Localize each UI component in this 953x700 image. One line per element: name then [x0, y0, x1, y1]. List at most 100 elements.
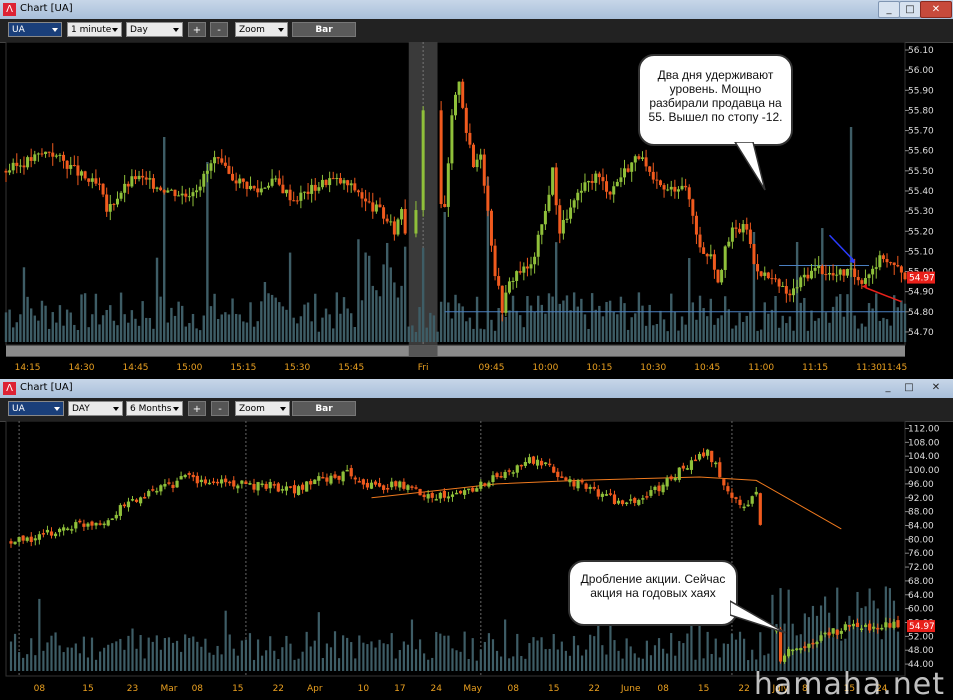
maximize-button[interactable]: □ — [899, 1, 921, 18]
interval-select[interactable]: DAY — [68, 401, 123, 416]
maximize-button[interactable]: □ — [899, 380, 919, 395]
candle-body — [533, 256, 537, 265]
volume-bar — [835, 296, 838, 342]
candle-body — [903, 272, 907, 280]
candle-body — [547, 194, 551, 212]
volume-bar — [465, 321, 468, 342]
bar-type-button[interactable]: Bar — [292, 401, 356, 416]
candle-body — [540, 224, 544, 235]
period-select[interactable]: 6 Months — [126, 401, 183, 416]
volume-bar — [86, 657, 90, 671]
candle-body — [421, 110, 425, 211]
volume-bar — [785, 323, 788, 342]
volume-bar — [209, 306, 213, 342]
volume-bar — [590, 293, 594, 342]
volume-bar — [292, 317, 295, 342]
volume-bar — [22, 267, 26, 342]
volume-bar — [116, 325, 119, 342]
volume-bar — [305, 631, 308, 671]
volume-bar — [713, 324, 716, 342]
volume-bar — [781, 315, 784, 342]
candle-body — [763, 272, 767, 276]
volume-bar — [145, 317, 148, 342]
candle-body — [83, 171, 87, 179]
volume-bar — [698, 295, 702, 342]
candle-body — [82, 523, 86, 527]
volume-bar — [745, 315, 748, 342]
volume-bar — [242, 321, 245, 342]
symbol-select[interactable]: UA — [8, 401, 64, 416]
daily-chart[interactable]: 112.00 108.00 104.00 100.00 96.00 92.00 88.00 8… — [0, 421, 953, 700]
x-tick-label: 11:00 — [748, 363, 774, 373]
candle-body — [561, 219, 565, 234]
minimize-button[interactable]: _ — [878, 1, 900, 18]
y-tick-label: 56.00 — [908, 66, 934, 76]
zoom-in-button[interactable]: + — [188, 401, 206, 416]
bottom-toolbar: UA DAY 6 Months + - Zoom Bar — [0, 398, 953, 422]
volume-bar — [572, 635, 576, 671]
close-button[interactable]: ✕ — [924, 380, 948, 395]
candle-body — [511, 280, 515, 282]
zoom-select[interactable]: Zoom — [235, 22, 288, 37]
x-tick-label: 22 — [589, 684, 600, 694]
symbol-select[interactable]: UA — [8, 22, 62, 37]
volume-bar — [625, 638, 628, 671]
candle-body — [629, 499, 633, 501]
minimize-button[interactable]: _ — [878, 380, 898, 395]
candle-body — [876, 627, 880, 630]
volume-bar — [82, 636, 86, 671]
candle-body — [349, 183, 353, 186]
volume-bar — [860, 607, 863, 671]
bottom-titlebar: Λ Chart [UA] _ □ ✕ — [0, 379, 953, 399]
candle-body — [191, 474, 195, 478]
volume-bar — [213, 293, 216, 342]
volume-bar — [414, 649, 418, 671]
volume-bar — [777, 327, 781, 342]
volume-bar — [653, 645, 657, 671]
volume-bar — [293, 659, 296, 671]
candle-body — [414, 210, 418, 234]
bar-type-button[interactable]: Bar — [292, 22, 356, 37]
candle-body — [616, 500, 621, 504]
y-tick-label: 56.10 — [908, 46, 934, 56]
candle-body — [548, 463, 552, 466]
volume-bar — [314, 293, 317, 342]
volume-bar — [94, 293, 98, 342]
zoom-select[interactable]: Zoom — [235, 401, 290, 416]
volume-bar — [181, 305, 184, 342]
zoom-in-button[interactable]: + — [188, 22, 206, 37]
annotation-bubble-top: Два дня удерживают уровень. Мощно разбир… — [638, 54, 793, 146]
y-tick-label: 54.90 — [908, 288, 934, 298]
volume-bar — [813, 320, 817, 342]
volume-bar — [171, 642, 175, 671]
candle-body — [36, 153, 40, 155]
period-select[interactable]: Day — [126, 22, 183, 37]
candle-body — [885, 259, 889, 263]
candle-body — [568, 479, 572, 483]
candle-body — [698, 234, 702, 248]
zoom-out-button[interactable]: - — [211, 401, 229, 416]
candle-body — [90, 521, 94, 526]
volume-bar — [256, 321, 259, 342]
zoom-out-button[interactable]: - — [210, 22, 228, 37]
x-tick-label: Apr — [307, 684, 323, 694]
close-button[interactable]: ✕ — [920, 1, 952, 18]
candle-body — [321, 477, 325, 479]
volume-bar — [633, 653, 636, 671]
candle-body — [486, 185, 490, 211]
volume-bar — [528, 643, 531, 671]
intraday-chart[interactable]: 56.10 56.00 55.90 55.80 55.70 55.60 55.50 55.40… — [0, 42, 953, 379]
candle-body — [364, 198, 368, 202]
candle-body — [238, 178, 242, 184]
interval-select[interactable]: 1 minute — [67, 22, 122, 37]
candle-body — [662, 185, 666, 190]
x-tick-label: 17 — [394, 684, 405, 694]
volume-bar — [770, 309, 774, 342]
candle-body — [608, 493, 613, 495]
candle-body — [727, 241, 731, 247]
candle-body — [489, 210, 493, 246]
volume-bar — [593, 636, 596, 671]
y-tick-label: 64.00 — [908, 591, 934, 601]
candle-body — [66, 528, 70, 531]
watermark: hamaha.net — [753, 667, 945, 700]
